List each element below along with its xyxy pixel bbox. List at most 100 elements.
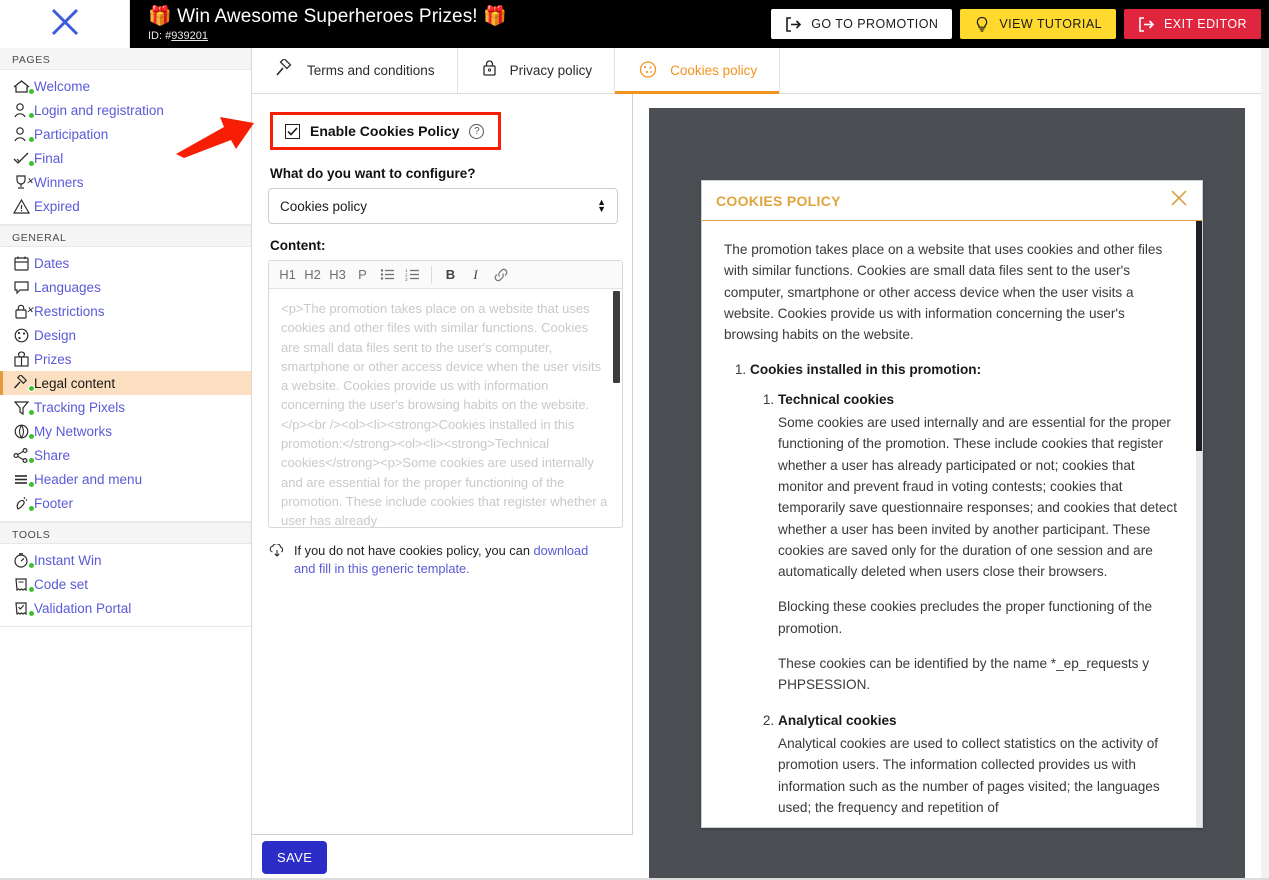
question-mark-icon[interactable]: ? [469,123,485,139]
exit-arrow-icon [785,16,802,32]
sidebar-item-code-set[interactable]: Code set [0,572,251,596]
status-dot [28,505,35,512]
content-scrollbar[interactable] [613,291,620,383]
list-item: Analytical cookies Analytical cookies ar… [778,710,1182,818]
content-field-label: Content: [270,238,326,253]
cookie-icon [637,59,659,83]
home-icon [12,76,35,96]
sidebar-item-label: Share [34,447,71,463]
sidebar-item-header-and-menu[interactable]: Header and menu [0,467,251,491]
go-to-promotion-label: GO TO PROMOTION [811,17,939,31]
save-bar: SAVE [252,834,633,880]
enable-cookies-policy-row[interactable]: Enable Cookies Policy ? [270,112,502,150]
view-tutorial-button[interactable]: VIEW TUTORIAL [960,9,1117,39]
close-editor-button[interactable] [0,0,130,48]
tab-cookies-policy[interactable]: Cookies policy [615,48,781,94]
cookie-type-paragraph: These cookies can be identified by the n… [778,656,1150,693]
h3-button[interactable]: H3 [325,262,350,288]
h2-button[interactable]: H2 [300,262,325,288]
sidebar-item-welcome[interactable]: Welcome [0,74,251,98]
network-icon [12,421,35,441]
warning-icon [12,196,34,216]
status-cross [26,177,35,191]
intro-paragraph: The promotion takes place on a website t… [724,242,1163,343]
lock-icon [12,301,34,321]
user-edit-icon [12,124,35,144]
sidebar-item-label: Design [34,327,77,343]
sidebar-section-general-heading: GENERAL [0,225,251,247]
status-dot [28,160,35,167]
status-dot [28,433,35,440]
sidebar-item-tracking-pixels[interactable]: Tracking Pixels [0,395,251,419]
svg-text:3: 3 [405,277,408,281]
sidebar-item-expired[interactable]: Expired [0,194,251,218]
stopwatch-icon [12,550,35,570]
editor-column: Enable Cookies Policy ? What do you want… [252,94,633,880]
status-dot [28,88,35,95]
sidebar-item-label: Final [34,150,64,166]
main-panel: Terms and conditions Privacy policy Cook… [252,48,1261,880]
close-x-icon[interactable] [1169,188,1189,213]
footprint-icon [12,493,35,513]
sidebar-item-validation-portal[interactable]: Validation Portal [0,596,251,620]
tab-terms-and-conditions[interactable]: Terms and conditions [252,48,458,93]
topbar-actions: GO TO PROMOTION VIEW TUTORIAL EXIT EDITO… [771,9,1269,39]
save-button[interactable]: SAVE [262,841,328,874]
sidebar: PAGES Welcome Login and registration Par… [0,48,252,880]
page-title: 🎁 Win Awesome Superheroes Prizes! 🎁 [148,6,507,27]
check-icon [12,148,35,168]
bold-button[interactable]: B [438,262,463,288]
sidebar-item-design[interactable]: Design [0,323,251,347]
sidebar-item-label: Expired [34,198,80,214]
bulleted-list-icon[interactable] [375,262,400,288]
status-dot [28,610,35,617]
sidebar-item-dates[interactable]: Dates [0,251,251,275]
status-dot [28,586,35,593]
sidebar-item-winners[interactable]: Winners [0,170,251,194]
tab-privacy-policy[interactable]: Privacy policy [458,48,616,93]
status-dot [28,112,35,119]
exit-editor-button[interactable]: EXIT EDITOR [1124,9,1261,39]
modal-header: COOKIES POLICY [702,181,1202,221]
status-cross [26,306,35,320]
sidebar-item-legal-content[interactable]: Legal content [0,371,251,395]
content-textarea[interactable]: <p>The promotion takes place on a websit… [269,289,622,527]
sidebar-item-label: Participation [34,126,109,142]
view-tutorial-label: VIEW TUTORIAL [999,17,1103,31]
promotion-editor-app: 🎁 Win Awesome Superheroes Prizes! 🎁 ID: … [0,0,1269,880]
tab-label: Privacy policy [509,63,593,78]
promotion-id: ID: #939201 [148,30,208,42]
status-dot [28,136,35,143]
sidebar-item-prizes[interactable]: Prizes [0,347,251,371]
numbered-list-icon[interactable]: 123 [400,262,425,288]
modal-scroll-thumb[interactable] [1196,221,1202,451]
lightbulb-icon [974,16,990,33]
toolbar-divider [431,265,432,284]
configure-select-value: Cookies policy [280,198,368,214]
sidebar-section-tools-heading: TOOLS [0,522,251,544]
enable-cookies-policy-checkbox[interactable] [285,123,300,139]
sidebar-item-share[interactable]: Share [0,443,251,467]
configure-select[interactable]: Cookies policy ▲ ▼ [268,188,618,224]
sidebar-item-instant-win[interactable]: Instant Win [0,548,251,572]
go-to-promotion-button[interactable]: GO TO PROMOTION [771,9,953,39]
sidebar-item-my-networks[interactable]: My Networks [0,419,251,443]
italic-button[interactable]: I [463,262,488,288]
exit-arrow-icon [1138,16,1155,32]
sidebar-item-restrictions[interactable]: Restrictions [0,299,251,323]
lock-icon [480,59,499,82]
rte-toolbar: H1 H2 H3 P 123 B I [269,261,622,289]
promotion-id-value[interactable]: 939201 [171,30,208,42]
calendar-icon [12,253,34,273]
status-dot [28,385,35,392]
modal-title: COOKIES POLICY [716,192,841,209]
tab-label: Cookies policy [670,63,758,78]
h1-button[interactable]: H1 [275,262,300,288]
preview-column: COOKIES POLICY The promotion takes place… [633,94,1261,880]
funnel-icon [12,397,35,417]
sidebar-item-languages[interactable]: Languages [0,275,251,299]
paragraph-button[interactable]: P [350,262,375,288]
sidebar-item-footer[interactable]: Footer [0,491,251,515]
share-icon [12,445,35,465]
link-icon[interactable] [488,262,513,288]
